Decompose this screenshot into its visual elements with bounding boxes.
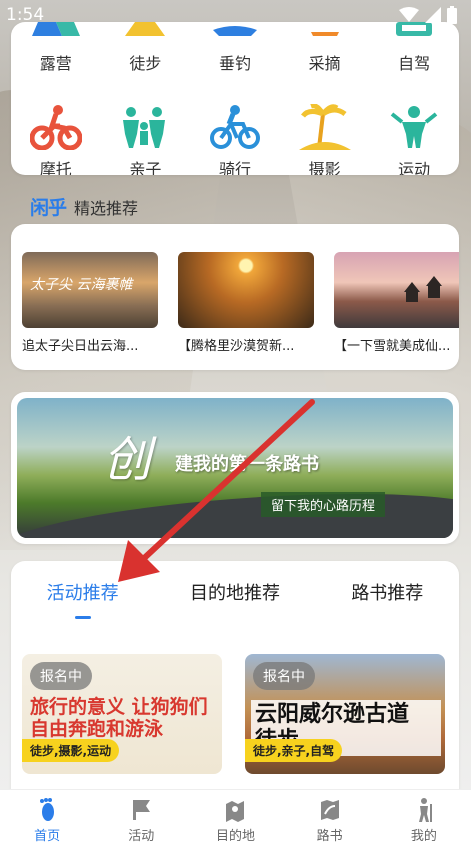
family-icon <box>119 104 171 150</box>
nav-destinations[interactable]: 目的地 <box>188 790 282 846</box>
create-roadbook-banner[interactable]: 创 建我的第一条路书 留下我的心路历程 <box>11 392 459 544</box>
featured-item[interactable]: 太子尖 云海裹帷 追太子尖日出云海... <box>22 252 158 354</box>
nav-home[interactable]: 首页 <box>0 790 94 846</box>
category-motorcycle[interactable]: 摩托 <box>11 104 101 175</box>
activity-headline: 旅行的意义 让狗狗们 自由奔跑和游泳 <box>30 696 208 740</box>
wifi-icon <box>399 7 419 22</box>
activity-card[interactable]: 云阳威尔逊古道 徒步 报名中 徒步,亲子,自驾 <box>245 654 445 774</box>
featured-item[interactable]: 【腾格里沙漠贺新... <box>178 252 314 354</box>
nav-profile[interactable]: 我的 <box>377 790 471 846</box>
featured-thumbnail <box>178 252 314 328</box>
map-pin-icon <box>226 801 245 822</box>
battery-icon <box>447 6 457 24</box>
category-family[interactable]: 亲子 <box>101 104 191 175</box>
bottom-nav: 首页 活动 目的地 路书 我的 <box>0 789 471 846</box>
nav-activities[interactable]: 活动 <box>94 790 188 846</box>
motorcycle-icon <box>29 104 82 150</box>
category-sports[interactable]: 运动 <box>369 104 459 175</box>
category-grid: 露营 徒步 垂钓 采摘 自驾 摩托 亲子 骑行 摄影 运动 <box>11 22 459 175</box>
sports-icon <box>388 104 440 150</box>
hiker-icon <box>418 798 432 822</box>
banner-line2: 留下我的心路历程 <box>261 492 386 517</box>
activity-tags: 徒步,摄影,运动 <box>22 739 120 762</box>
route-map-icon <box>320 800 339 820</box>
recommend-tabs: 活动推荐 目的地推荐 路书推荐 <box>11 579 459 619</box>
cycling-icon <box>209 104 261 150</box>
recommend-section: 活动推荐 目的地推荐 路书推荐 旅行的意义 让狗狗们 自由奔跑和游泳 报名中 徒… <box>11 561 459 801</box>
activity-tags: 徒步,亲子,自驾 <box>245 739 343 762</box>
status-badge: 报名中 <box>30 662 92 690</box>
flag-icon <box>133 800 151 820</box>
category-cycling[interactable]: 骑行 <box>190 104 280 175</box>
activity-card[interactable]: 旅行的意义 让狗狗们 自由奔跑和游泳 报名中 徒步,摄影,运动 <box>22 654 222 774</box>
photography-icon <box>298 104 351 150</box>
brand-logo: 闲乎 <box>30 197 67 219</box>
status-bar: 1:54 <box>0 0 471 30</box>
status-badge: 报名中 <box>253 662 315 690</box>
tab-activities[interactable]: 活动推荐 <box>47 579 119 619</box>
featured-card: 太子尖 云海裹帷 追太子尖日出云海... 【腾格里沙漠贺新... 【一下雪就美成… <box>11 224 459 370</box>
status-time: 1:54 <box>6 5 45 25</box>
tab-roadbooks[interactable]: 路书推荐 <box>351 579 423 619</box>
featured-title: 精选推荐 <box>74 198 139 218</box>
signal-icon <box>425 7 441 23</box>
banner-line1: 建我的第一条路书 <box>175 454 319 475</box>
banner-image: 创 建我的第一条路书 留下我的心路历程 <box>17 398 453 538</box>
home-footprint-icon <box>40 798 55 821</box>
category-photography[interactable]: 摄影 <box>280 104 370 175</box>
featured-thumbnail: 太子尖 云海裹帷 <box>22 252 158 328</box>
featured-item[interactable]: 【一下雪就美成仙... <box>334 252 459 354</box>
nav-roadbooks[interactable]: 路书 <box>283 790 377 846</box>
featured-thumbnail <box>334 252 459 328</box>
banner-big-char: 创 <box>103 432 152 488</box>
featured-heading: 闲乎 精选推荐 <box>30 193 138 220</box>
tab-destinations[interactable]: 目的地推荐 <box>190 579 280 619</box>
